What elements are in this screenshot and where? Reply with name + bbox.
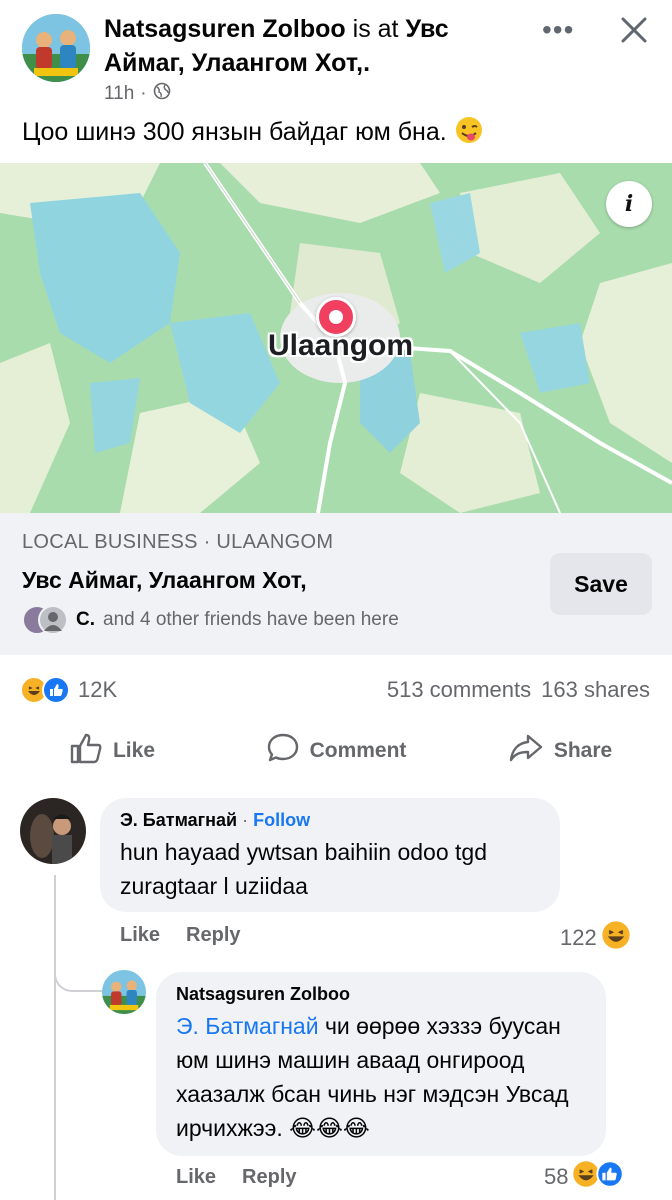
comments-count[interactable]: 513 comments [387, 677, 531, 703]
share-label: Share [553, 739, 613, 762]
location-link-part1[interactable]: Увс [405, 15, 448, 43]
author-avatar[interactable] [22, 14, 90, 82]
winking-tongue-emoji-icon [454, 117, 484, 146]
post-time[interactable]: 11h [104, 83, 134, 105]
is-at-text: is at [352, 15, 399, 43]
map-info-button[interactable]: i [606, 181, 652, 227]
like-button[interactable]: Like [0, 724, 224, 778]
comment-label: Comment [309, 739, 407, 762]
reply-reaction-count[interactable]: 58 [544, 1160, 625, 1194]
reaction-count: 12K [78, 677, 118, 702]
location-link-part2[interactable]: Аймаг, Улаангом Хот,. [104, 49, 370, 77]
haha-reaction-icon [601, 920, 631, 956]
business-card[interactable]: LOCAL BUSINESS · ULAANGOM Увс Аймаг, Ула… [0, 513, 672, 655]
map-place-label: Ulaangom [268, 329, 414, 362]
comment-like-link[interactable]: Like [120, 924, 160, 947]
friends-been-here[interactable]: C. and 4 other friends have been here [22, 605, 399, 635]
post-header: Natsagsuren Zolboo is at Увс Аймаг, Улаа… [0, 0, 672, 110]
post-title: Natsagsuren Zolboo is at Увс Аймаг, Улаа… [104, 12, 524, 80]
comment-author[interactable]: Э. Батмагнай [120, 810, 237, 830]
more-options-icon[interactable]: ••• [542, 14, 574, 46]
share-button[interactable]: Share [448, 724, 672, 778]
author-name[interactable]: Natsagsuren Zolboo [104, 15, 346, 43]
comment-reaction-count[interactable]: 122 [560, 920, 631, 956]
comment-text: hun hayaad ywtsan baihiin odoo tgd zurag… [120, 839, 488, 899]
close-icon[interactable] [618, 14, 650, 46]
save-button[interactable]: Save [550, 553, 652, 615]
globe-icon [153, 82, 171, 106]
engagement-stats: 513 comments 163 shares [387, 677, 650, 703]
follow-separator: · [242, 810, 254, 830]
reply-bubble[interactable]: Natsagsuren Zolboo Э. Батмагнай чи өөрөө… [156, 972, 606, 1156]
mention-link[interactable]: Э. Батмагнай [176, 1013, 319, 1039]
reply-connector [54, 940, 104, 992]
thumbs-up-icon [69, 732, 103, 770]
like-label: Like [112, 739, 156, 762]
friend-avatars [22, 605, 68, 635]
post-meta: 11h · [104, 82, 171, 106]
reply-text-block: Э. Батмагнай чи өөрөө хэззэ буусан юм ши… [176, 1009, 586, 1145]
reply-like-link[interactable]: Like [176, 1166, 216, 1189]
reaction-summary[interactable]: 12K [20, 676, 117, 704]
friend-avatar-placeholder-icon [38, 605, 68, 635]
comment-button[interactable]: Comment [224, 724, 448, 778]
reply-author[interactable]: Natsagsuren Zolboo [176, 984, 586, 1005]
laughing-emoji-icon: 😂😂😂 [289, 1115, 370, 1141]
thread-connector [54, 875, 56, 1200]
comment-reply-link[interactable]: Reply [186, 924, 240, 947]
business-category: LOCAL BUSINESS · ULAANGOM [22, 531, 334, 553]
shares-count[interactable]: 163 shares [541, 677, 650, 703]
caption-text: Цоо шинэ 300 янзын байдаг юм бна. [22, 118, 447, 146]
post-actions: Like Comment Share [0, 724, 672, 778]
like-reaction-icon [42, 676, 70, 704]
location-map[interactable]: i Ulaangom [0, 163, 672, 513]
info-icon: i [624, 191, 634, 217]
comment-reaction-number: 122 [560, 925, 597, 950]
reply-reply-link[interactable]: Reply [242, 1166, 296, 1189]
comment-author-line: Э. Батмагнай · Follow [120, 810, 540, 831]
comment-actions: Like Reply [120, 924, 241, 947]
like-reaction-icon [596, 1160, 625, 1194]
business-name[interactable]: Увс Аймаг, Улаангом Хот, [22, 567, 307, 594]
meta-separator: · [140, 83, 147, 104]
friend-name[interactable]: C. [76, 609, 95, 631]
post-caption: Цоо шинэ 300 янзын байдаг юм бна. [22, 114, 484, 150]
share-arrow-icon [508, 732, 544, 770]
commenter-avatar[interactable] [20, 798, 86, 864]
comment-bubble[interactable]: Э. Батмагнай · Follow hun hayaad ywtsan … [100, 798, 560, 912]
reply-reaction-number: 58 [544, 1164, 569, 1189]
reply-actions: Like Reply [176, 1166, 297, 1189]
follow-link[interactable]: Follow [253, 810, 310, 830]
friends-text: and 4 other friends have been here [103, 609, 399, 630]
comment-bubble-icon [266, 732, 300, 770]
reply-author-avatar[interactable] [102, 970, 146, 1014]
